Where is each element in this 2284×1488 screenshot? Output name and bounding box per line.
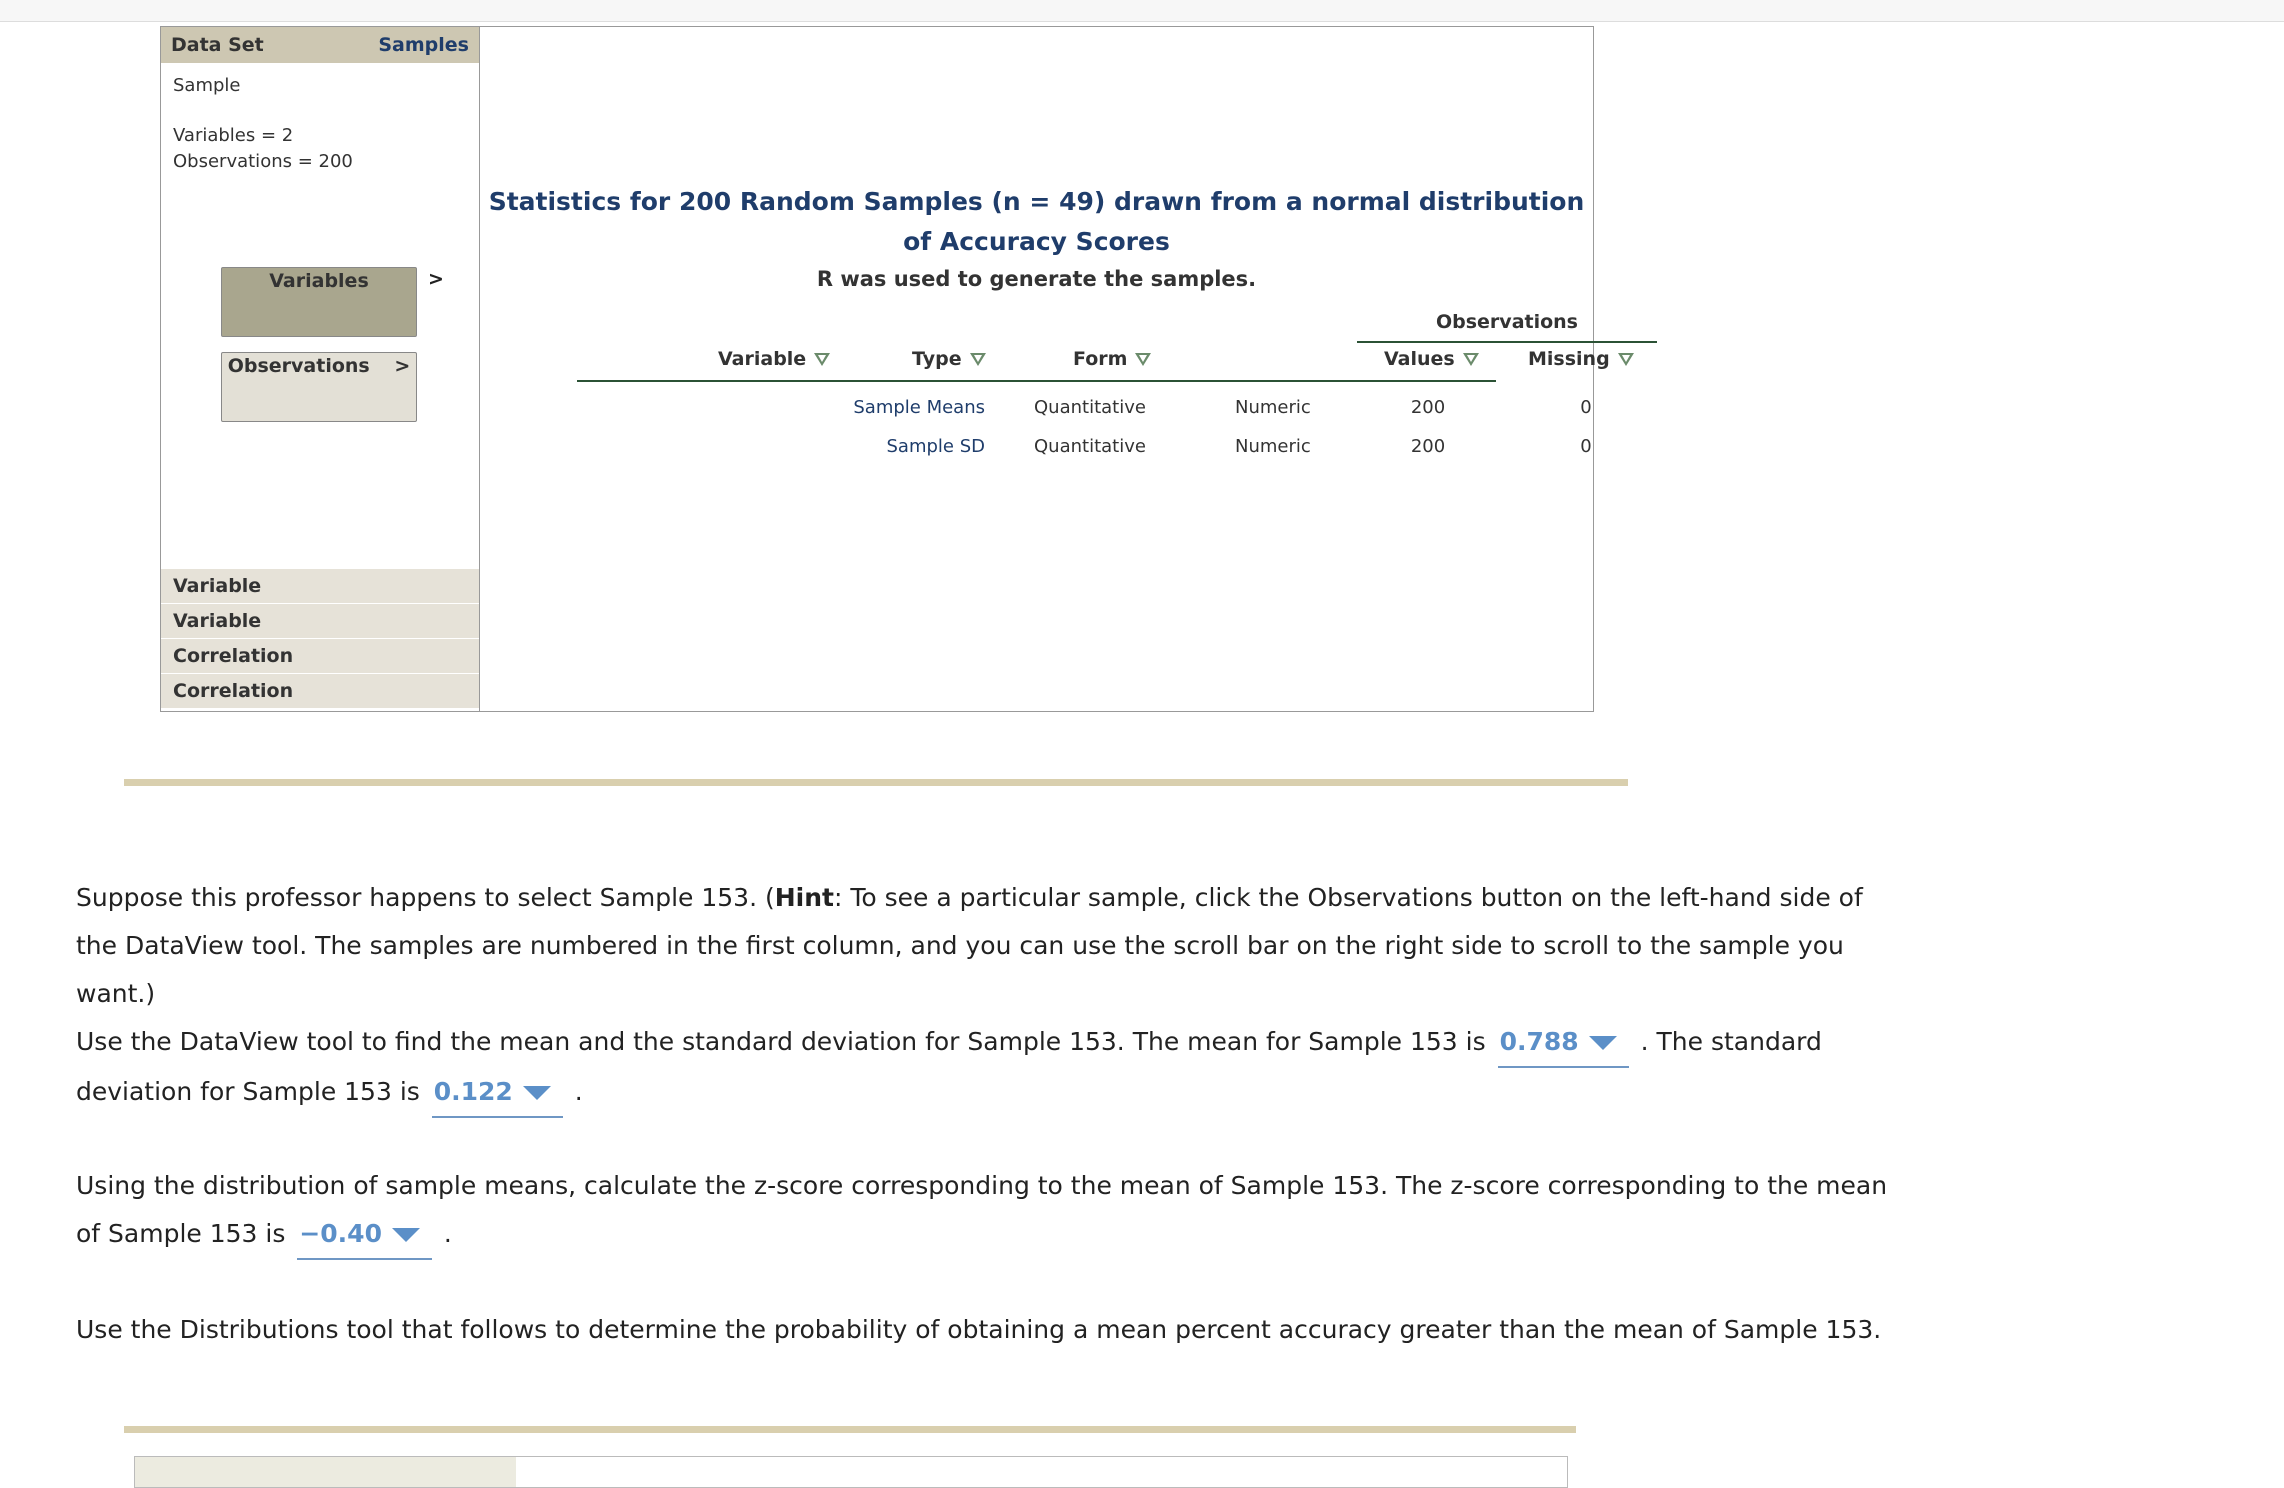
- dropdown-arrow-icon: [1588, 1036, 1617, 1050]
- sidebar-item-variable-2[interactable]: Variable: [161, 604, 479, 639]
- column-header-missing[interactable]: Missing: [1528, 348, 1634, 370]
- dataset-subtitle: R was used to generate the samples.: [816, 267, 1257, 291]
- table-header-divider: [577, 380, 1496, 382]
- dropdown-arrow-icon: [391, 1228, 420, 1242]
- samples-tab[interactable]: Samples: [378, 34, 469, 56]
- mean-answer-value: 0.788: [1499, 1027, 1579, 1056]
- z-score-answer-dropdown[interactable]: −0.40: [297, 1210, 432, 1260]
- column-header-form[interactable]: Form: [1073, 348, 1152, 370]
- row-missing: 0: [1580, 397, 1592, 418]
- sd-answer-dropdown[interactable]: 0.122: [431, 1068, 563, 1118]
- sidebar-item-correlation-2[interactable]: Correlation: [161, 674, 479, 709]
- distributions-tool: [134, 1456, 1568, 1488]
- column-header-values[interactable]: Values: [1384, 348, 1479, 370]
- row-values: 200: [1410, 397, 1446, 418]
- instruction-paragraph-1: Suppose this professor happens to select…: [76, 874, 1906, 1018]
- sort-triangle-icon: [1462, 353, 1479, 366]
- instruction-paragraph-4: Use the Distributions tool that follows …: [76, 1306, 1906, 1354]
- sort-triangle-icon: [969, 353, 986, 366]
- top-bar: [0, 0, 2284, 22]
- dataview-sidebar: Data Set Samples Sample Variables = 2 Ob…: [161, 27, 480, 711]
- paragraph-text: Use the DataView tool to find the mean a…: [76, 1027, 1486, 1056]
- column-header-form-label: Form: [1073, 348, 1128, 370]
- dataview-tool: Data Set Samples Sample Variables = 2 Ob…: [160, 26, 1657, 712]
- dataview-main: Statistics for 200 Random Samples (n = 4…: [480, 27, 1657, 711]
- paragraph-text: Suppose this professor happens to select…: [76, 883, 775, 912]
- variables-count: Variables = 2: [173, 125, 294, 146]
- observations-chevron-icon: >: [394, 355, 411, 377]
- instruction-paragraph-2: Use the DataView tool to find the mean a…: [76, 1018, 1906, 1118]
- paragraph-text: .: [443, 1219, 452, 1248]
- dataset-info: Sample Variables = 2 Observations = 200: [161, 73, 479, 175]
- dataset-title: Statistics for 200 Random Samples (n = 4…: [488, 187, 1585, 256]
- row-missing: 0: [1580, 436, 1592, 457]
- observations-button[interactable]: Observations >: [221, 352, 417, 422]
- variables-button-label: Variables: [269, 270, 369, 292]
- sidebar-item-correlation-1[interactable]: Correlation: [161, 639, 479, 674]
- distributions-tool-tab[interactable]: [135, 1457, 516, 1487]
- paragraph-text: .: [574, 1077, 583, 1106]
- column-header-missing-label: Missing: [1528, 348, 1610, 370]
- observations-group-divider: [1357, 341, 1657, 343]
- row-variable-name[interactable]: Sample SD: [785, 436, 986, 457]
- z-score-answer-value: −0.40: [299, 1219, 382, 1248]
- hint-label: Hint: [774, 883, 834, 912]
- dataset-name: Sample: [173, 75, 241, 96]
- column-header-variable-label: Variable: [718, 348, 807, 370]
- sort-triangle-icon: [1617, 353, 1634, 366]
- row-form: Numeric: [1235, 436, 1311, 457]
- row-type: Quantitative: [1034, 397, 1146, 418]
- column-header-type[interactable]: Type: [912, 348, 986, 370]
- paragraph-text: Use the Distributions tool that follows …: [76, 1315, 1882, 1344]
- observations-button-label: Observations: [227, 355, 370, 377]
- variables-chevron-icon: >: [428, 268, 444, 290]
- sidebar-header: Data Set Samples: [161, 27, 479, 63]
- column-header-type-label: Type: [912, 348, 962, 370]
- observations-group-header: Observations: [1435, 311, 1578, 333]
- instruction-paragraph-3: Using the distribution of sample means, …: [76, 1162, 1906, 1260]
- column-header-values-label: Values: [1384, 348, 1455, 370]
- row-type: Quantitative: [1034, 436, 1146, 457]
- observations-count: Observations = 200: [173, 151, 353, 172]
- column-header-variable[interactable]: Variable: [718, 348, 831, 370]
- sidebar-item-variable-1[interactable]: Variable: [161, 569, 479, 604]
- mean-answer-dropdown[interactable]: 0.788: [1497, 1018, 1629, 1068]
- row-variable-name[interactable]: Sample Means: [785, 397, 985, 418]
- variables-button[interactable]: Variables: [221, 267, 417, 337]
- sort-triangle-icon: [1135, 353, 1152, 366]
- sidebar-analysis-list: Variable Variable Correlation Correlatio…: [161, 569, 479, 709]
- section-divider: [124, 1426, 1576, 1433]
- row-form: Numeric: [1235, 397, 1311, 418]
- dataset-tab[interactable]: Data Set: [171, 34, 264, 56]
- row-values: 200: [1410, 436, 1446, 457]
- sd-answer-value: 0.122: [433, 1077, 513, 1106]
- dropdown-arrow-icon: [522, 1086, 551, 1100]
- sort-triangle-icon: [814, 353, 831, 366]
- section-divider: [124, 779, 1628, 786]
